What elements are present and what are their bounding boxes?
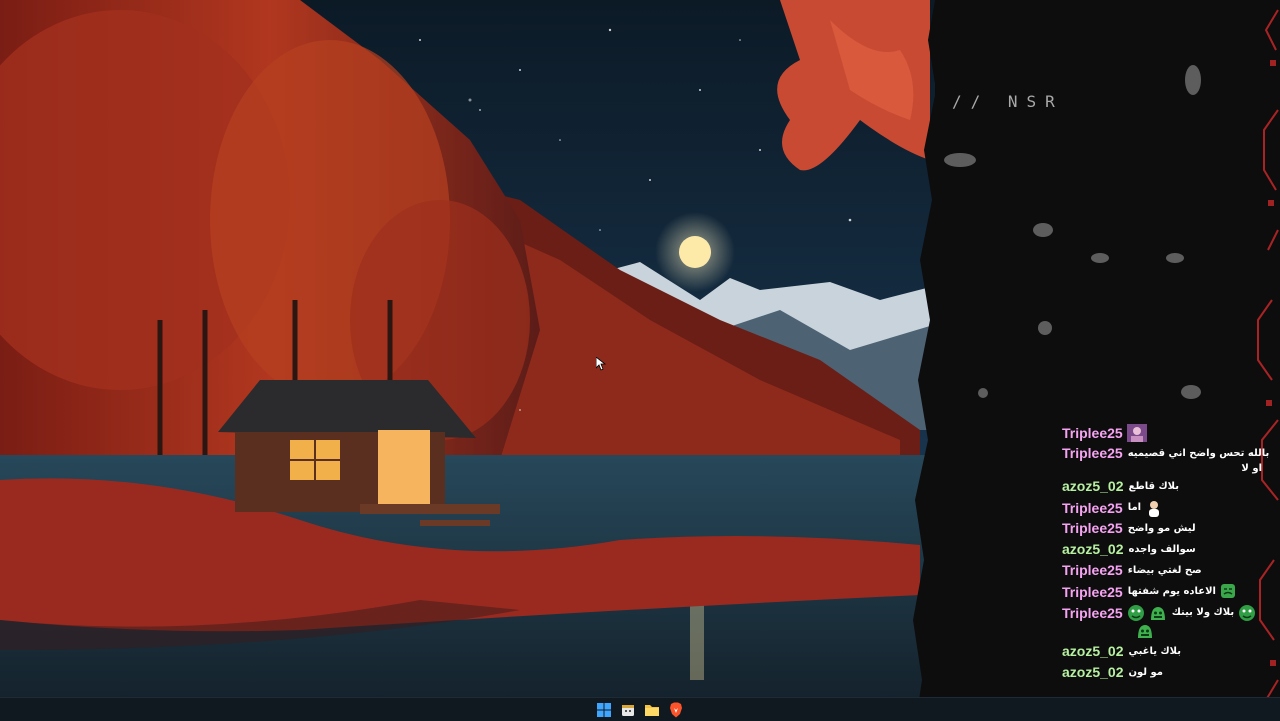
- chat-username: azoz5_02: [1062, 541, 1124, 557]
- windows-logo-icon: [597, 702, 611, 717]
- overlay-brand-tag: // NSR: [952, 92, 1064, 111]
- chat-message: Triplee25: [1062, 424, 1262, 442]
- chat-message: azoz5_02 مو لون: [1062, 664, 1262, 682]
- chat-username: Triplee25: [1062, 583, 1123, 600]
- chat-text: بلاك ياغبي: [1128, 645, 1182, 657]
- green-face-emote-icon: [1220, 583, 1238, 601]
- taskbar-file-explorer[interactable]: [644, 702, 660, 718]
- calendar-icon: [622, 704, 634, 716]
- chat-text: صح لغتي بيضاء: [1127, 564, 1202, 576]
- folder-icon: [645, 704, 659, 716]
- chat-text: سوالف واجده: [1128, 543, 1196, 555]
- chat-message: azoz5_02 بلاك قاطع: [1062, 478, 1262, 496]
- chat-username: azoz5_02: [1062, 478, 1124, 494]
- chat-username: azoz5_02: [1062, 643, 1124, 659]
- green-face-emote-icon: [1149, 604, 1167, 622]
- chat-overlay: Triplee25 Triplee25 بالله تحس واضح اني ق…: [1062, 424, 1269, 685]
- chat-message: Triplee25 اما: [1062, 499, 1262, 517]
- chat-username: Triplee25: [1062, 424, 1123, 441]
- chat-username: Triplee25: [1062, 562, 1123, 578]
- green-face-emote-icon: [1238, 604, 1256, 622]
- taskbar-brave[interactable]: [668, 702, 684, 718]
- chat-text: الاعاده يوم شفتها: [1127, 586, 1216, 597]
- chat-text: مو لون: [1128, 666, 1163, 678]
- chat-message: Triplee25 ليش مو واضح: [1062, 520, 1262, 538]
- green-face-emote-icon: [1136, 622, 1154, 640]
- chat-username: Triplee25: [1062, 520, 1123, 536]
- chat-text: بالله تحس واضح اني قصيميه: [1127, 447, 1270, 459]
- taskbar-calendar[interactable]: [620, 702, 636, 718]
- chat-message: azoz5_02 سوالف واجده: [1062, 541, 1262, 559]
- chat-username: Triplee25: [1062, 499, 1123, 516]
- chat-text-continuation: او لا: [1241, 463, 1262, 474]
- green-face-emote-icon: [1127, 604, 1145, 622]
- mouse-cursor-icon: [596, 357, 606, 371]
- chat-message: Triplee25 الاعاده يوم شفتها: [1062, 583, 1262, 601]
- chat-username: Triplee25: [1062, 445, 1123, 461]
- chat-message: Triplee25 بالله تحس واضح اني قصيميه او ل…: [1062, 445, 1269, 475]
- chat-text: بلاك ولا بينك: [1171, 607, 1235, 618]
- start-button[interactable]: [596, 702, 612, 718]
- chat-message: Triplee25 بلاك ولا بينك: [1062, 604, 1262, 640]
- chat-username: Triplee25: [1062, 604, 1123, 621]
- chat-message: azoz5_02 بلاك ياغبي: [1062, 643, 1262, 661]
- person-emote-icon: [1145, 499, 1163, 517]
- chat-text: اما: [1127, 502, 1142, 513]
- chat-username: azoz5_02: [1062, 664, 1124, 680]
- avatar-emote-icon: [1126, 424, 1147, 442]
- brave-lion-icon: [670, 702, 682, 717]
- chat-text: ليش مو واضح: [1127, 522, 1196, 534]
- chat-message: Triplee25 صح لغتي بيضاء: [1062, 562, 1262, 580]
- taskbar: [0, 697, 1280, 721]
- chat-text: بلاك قاطع: [1128, 480, 1180, 492]
